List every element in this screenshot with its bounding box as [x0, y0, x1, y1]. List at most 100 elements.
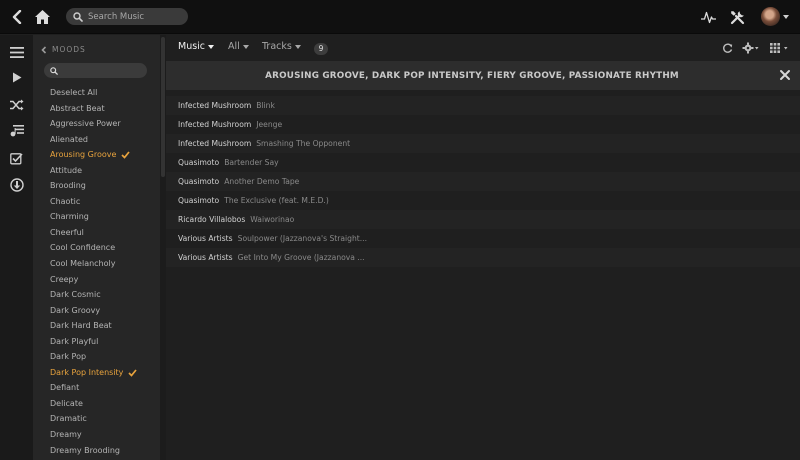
mood-item[interactable]: Charming [50, 209, 137, 225]
tab-all[interactable]: All [228, 41, 249, 52]
mood-item-label: Dreamy [50, 430, 82, 440]
track-artist[interactable]: Various Artists [178, 234, 233, 243]
track-artist[interactable]: Quasimoto [178, 158, 219, 167]
toolbar: Music All Tracks 9 [166, 35, 800, 61]
search-box[interactable] [66, 8, 188, 25]
track-title[interactable]: Blink [256, 101, 275, 110]
menu-icon[interactable] [8, 44, 25, 61]
mood-item[interactable]: Alienated [50, 132, 137, 148]
mood-item-label: Cool Confidence [50, 243, 116, 253]
activity-icon[interactable] [700, 0, 716, 34]
mood-item[interactable]: Dark Cosmic [50, 287, 137, 303]
mood-item[interactable]: Defiant [50, 380, 137, 396]
close-icon[interactable] [779, 69, 791, 81]
track-artist[interactable]: Infected Mushroom [178, 139, 251, 148]
mood-item[interactable]: Cool Confidence [50, 240, 137, 256]
mood-item-label: Charming [50, 212, 89, 222]
track-artist[interactable]: Ricardo Villalobos [178, 215, 245, 224]
track-title[interactable]: Soulpower (Jazzanova's Straight... [238, 234, 367, 243]
grid-view-icon[interactable] [770, 41, 790, 55]
track-artist[interactable]: Infected Mushroom [178, 120, 251, 129]
mood-item[interactable]: Aggressive Power [50, 116, 137, 132]
top-bar [0, 0, 800, 34]
mood-item[interactable]: Dark Playful [50, 334, 137, 350]
track-title[interactable]: Smashing The Opponent [256, 139, 350, 148]
mood-item-label: Creepy [50, 274, 79, 284]
track-artist[interactable]: Quasimoto [178, 177, 219, 186]
shuffle-icon[interactable] [8, 96, 25, 113]
mood-item[interactable]: Chaotic [50, 194, 137, 210]
playlists-icon[interactable] [8, 122, 25, 139]
mood-item-label: Dark Pop Intensity [50, 367, 124, 377]
chevron-left-icon [41, 45, 47, 54]
mood-item-label: Attitude [50, 165, 83, 175]
track-row[interactable]: Various Artists Get Into My Groove (Jazza… [166, 248, 800, 267]
mood-item[interactable]: Dreamy [50, 427, 137, 443]
avatar[interactable] [761, 7, 780, 26]
track-row[interactable]: Infected Mushroom Blink [166, 96, 800, 115]
track-title[interactable]: Another Demo Tape [224, 177, 299, 186]
play-icon[interactable] [8, 69, 25, 86]
tab-tracks[interactable]: Tracks [262, 41, 301, 52]
moods-filter-input[interactable] [44, 63, 147, 78]
mood-item[interactable]: Dark Hard Beat [50, 318, 137, 334]
mood-item[interactable]: Abstract Beat [50, 101, 137, 117]
caret-down-icon [294, 44, 301, 49]
track-row[interactable]: Ricardo Villalobos Waiworinao [166, 210, 800, 229]
track-title[interactable]: Bartender Say [224, 158, 278, 167]
mood-item[interactable]: Dark Pop Intensity [50, 365, 138, 381]
refresh-icon[interactable] [722, 41, 733, 55]
tab-music[interactable]: Music [178, 41, 215, 52]
track-row[interactable]: Infected Mushroom Smashing The Opponent [166, 134, 800, 153]
track-row[interactable]: Various Artists Soulpower (Jazzanova's St… [166, 229, 800, 248]
tab-music-label: Music [178, 41, 206, 52]
download-icon[interactable] [8, 176, 25, 193]
mood-item-label: Dark Cosmic [50, 290, 101, 300]
home-icon[interactable] [33, 0, 51, 34]
mood-list: Deselect All Abstract Beat Aggressive Powe… [50, 85, 138, 459]
settings-tools-icon[interactable] [729, 0, 745, 34]
track-artist[interactable]: Various Artists [178, 253, 233, 262]
mood-item[interactable]: Arousing Groove [50, 147, 137, 163]
moods-sidebar: MOODS Deselect All Abstract Beat Aggressiv… [33, 35, 160, 460]
scrollbar-thumb[interactable] [161, 37, 165, 177]
mood-item[interactable]: Dark Groovy [50, 303, 137, 319]
mood-item-label: Arousing Groove [50, 150, 117, 160]
mood-item-label: Dark Groovy [50, 305, 101, 315]
count-badge: 9 [314, 43, 328, 55]
mood-item-label: Alienated [50, 134, 88, 144]
mood-item[interactable]: Brooding [50, 178, 137, 194]
mood-item-label: Dreamy Brooding [50, 445, 121, 455]
track-artist[interactable]: Quasimoto [178, 196, 219, 205]
left-rail [0, 35, 33, 460]
mood-item[interactable]: Dark Pop [50, 349, 137, 365]
checklist-icon[interactable] [8, 150, 25, 167]
moods-back-link[interactable]: MOODS [40, 45, 86, 54]
mood-item-label: Dark Pop [50, 352, 87, 362]
mood-item-label: Aggressive Power [50, 119, 121, 129]
search-input[interactable] [88, 11, 184, 22]
caret-down-icon [208, 44, 215, 49]
mood-item[interactable]: Cool Melancholy [50, 256, 137, 272]
mood-item[interactable]: Deselect All [50, 85, 137, 101]
track-artist[interactable]: Infected Mushroom [178, 101, 251, 110]
track-row[interactable]: Quasimoto The Exclusive (feat. M.E.D.) [166, 191, 800, 210]
track-title[interactable]: Jeenge [256, 120, 282, 129]
mood-item[interactable]: Creepy [50, 272, 137, 288]
track-title[interactable]: The Exclusive (feat. M.E.D.) [224, 196, 329, 205]
account-menu-caret-icon[interactable] [783, 15, 789, 19]
mood-item[interactable]: Dreamy Brooding [50, 443, 137, 459]
gear-icon[interactable] [742, 41, 760, 55]
mood-item[interactable]: Attitude [50, 163, 137, 179]
mood-item-label: Chaotic [50, 196, 81, 206]
track-row[interactable]: Infected Mushroom Jeenge [166, 115, 800, 134]
track-title[interactable]: Get Into My Groove (Jazzanova ... [238, 253, 365, 262]
active-filters-bar: AROUSING GROOVE, DARK POP INTENSITY, FIE… [166, 61, 800, 90]
back-icon[interactable] [9, 0, 25, 34]
mood-item[interactable]: Cheerful [50, 225, 137, 241]
mood-item[interactable]: Dramatic [50, 411, 137, 427]
track-row[interactable]: Quasimoto Another Demo Tape [166, 172, 800, 191]
track-row[interactable]: Quasimoto Bartender Say [166, 153, 800, 172]
mood-item[interactable]: Delicate [50, 396, 137, 412]
track-title[interactable]: Waiworinao [250, 215, 294, 224]
